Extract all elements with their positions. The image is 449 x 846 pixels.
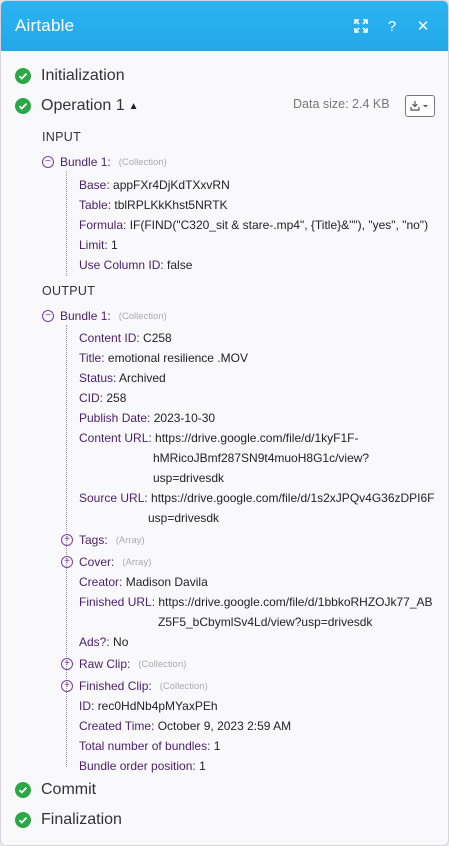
output-bundle[interactable]: − Bundle 1: (Collection) bbox=[42, 309, 167, 323]
stage-label: Initialization bbox=[41, 67, 125, 84]
input-table-row: Table: tblRPLKkKhst5NRTK bbox=[79, 198, 228, 212]
status-row: Status: Archived bbox=[79, 371, 166, 385]
content-url-cont: usp=drivesdk bbox=[153, 471, 225, 485]
panel-title: Airtable bbox=[15, 16, 75, 35]
raw-clip-item[interactable]: + Raw Clip: (Collection) bbox=[61, 657, 186, 671]
input-limit-row: Limit: 1 bbox=[79, 238, 118, 252]
creator-row: Creator: Madison Davila bbox=[79, 575, 208, 589]
source-url-cont: usp=drivesdk bbox=[148, 511, 220, 525]
stage-finalization[interactable]: Finalization bbox=[15, 811, 122, 829]
stage-operation[interactable]: Operation 1 ▲ bbox=[15, 97, 139, 115]
total-bundles-row: Total number of bundles: 1 bbox=[79, 739, 221, 753]
close-icon[interactable]: ✕ bbox=[412, 15, 434, 37]
finished-clip-item[interactable]: + Finished Clip: (Collection) bbox=[61, 679, 208, 693]
expand-plus-icon[interactable]: + bbox=[61, 534, 73, 546]
content-url-cont: hMRicoJBmf287SN9t4muoH8G1c/view? bbox=[153, 451, 370, 465]
finished-url-cont: Z5F5_bCbymlSv4Ld/view?usp=drivesdk bbox=[158, 615, 373, 629]
ads-row: Ads?: No bbox=[79, 635, 129, 649]
check-icon bbox=[15, 98, 31, 114]
stage-initialization[interactable]: Initialization bbox=[15, 67, 125, 85]
caret-up-icon[interactable]: ▲ bbox=[129, 101, 139, 112]
content-url-row: Content URL: https://drive.google.com/fi… bbox=[79, 431, 359, 445]
tags-item[interactable]: + Tags: (Array) bbox=[61, 533, 145, 547]
stage-label: Commit bbox=[41, 781, 97, 798]
cid-row: CID: 258 bbox=[79, 391, 127, 405]
stage-label: Operation 1 bbox=[41, 97, 125, 114]
title-row: Title: emotional resilience .MOV bbox=[79, 351, 248, 365]
stage-commit[interactable]: Commit bbox=[15, 781, 96, 799]
expand-icon[interactable] bbox=[350, 15, 372, 37]
check-icon bbox=[15, 68, 31, 84]
expand-plus-icon[interactable]: + bbox=[61, 680, 73, 692]
input-bundle[interactable]: − Bundle 1: (Collection) bbox=[42, 155, 167, 169]
tree-line bbox=[66, 171, 67, 276]
download-button[interactable] bbox=[405, 95, 435, 117]
content-id-row: Content ID: C258 bbox=[79, 331, 172, 345]
help-icon[interactable]: ? bbox=[381, 15, 403, 37]
id-row: ID: rec0HdNb4pMYaxPEh bbox=[79, 699, 218, 713]
input-formula-row: Formula: IF(FIND("C320_sit & stare-.mp4"… bbox=[79, 218, 429, 232]
expand-plus-icon[interactable]: + bbox=[61, 556, 73, 568]
expand-plus-icon[interactable]: + bbox=[61, 658, 73, 670]
input-use-column-id-row: Use Column ID: false bbox=[79, 258, 193, 272]
bundle-order-row: Bundle order position: 1 bbox=[79, 759, 206, 773]
check-icon bbox=[15, 782, 31, 798]
collapse-icon[interactable]: − bbox=[42, 310, 54, 322]
input-base-row: Base: appFXr4DjKdTXxvRN bbox=[79, 178, 230, 192]
publish-date-row: Publish Date: 2023-10-30 bbox=[79, 411, 216, 425]
finished-url-row: Finished URL: https://drive.google.com/f… bbox=[79, 595, 433, 609]
input-label: INPUT bbox=[42, 130, 81, 144]
output-label: OUTPUT bbox=[42, 284, 96, 298]
stage-label: Finalization bbox=[41, 811, 122, 828]
check-icon bbox=[15, 812, 31, 828]
cover-item[interactable]: + Cover: (Array) bbox=[61, 555, 151, 569]
collapse-icon[interactable]: − bbox=[42, 156, 54, 168]
source-url-row: Source URL: https://drive.google.com/fil… bbox=[79, 491, 435, 505]
airtable-panel: Airtable ? ✕ Initialization Operation 1 … bbox=[0, 0, 449, 846]
panel-header: Airtable ? ✕ bbox=[1, 1, 448, 51]
download-icon bbox=[410, 101, 428, 111]
data-size: Data size: 2.4 KB bbox=[293, 97, 390, 111]
created-time-row: Created Time: October 9, 2023 2:59 AM bbox=[79, 719, 292, 733]
